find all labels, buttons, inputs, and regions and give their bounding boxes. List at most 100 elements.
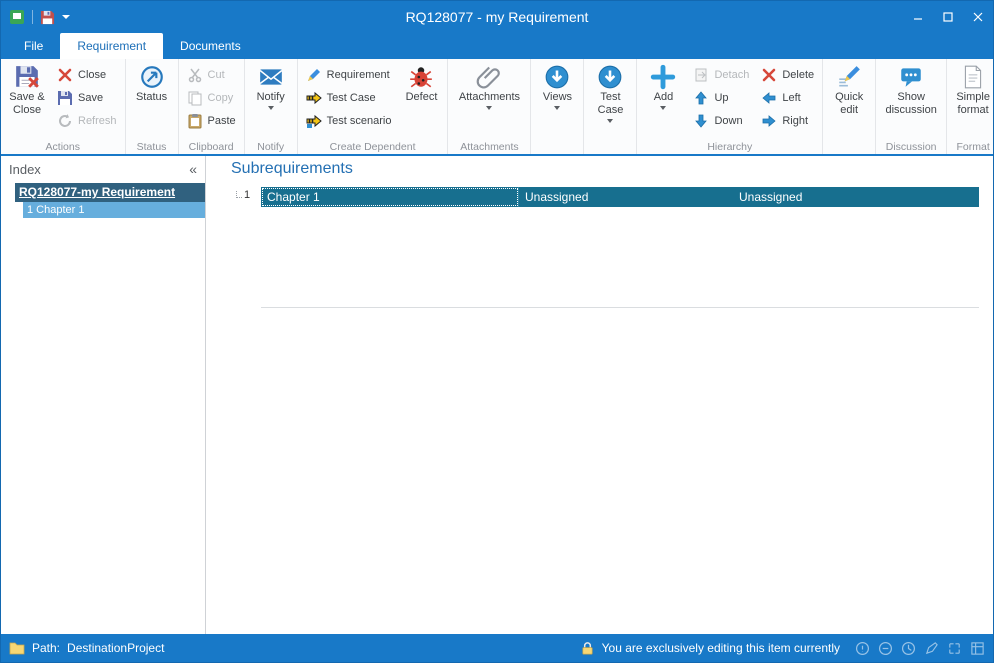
path-value[interactable]: DestinationProject (67, 641, 164, 655)
chevron-down-icon (660, 106, 666, 110)
group-label-create-dependent: Create Dependent (298, 141, 448, 153)
left-button[interactable]: Left (756, 87, 819, 109)
test-case-button[interactable]: Test Case (587, 62, 633, 138)
add-label: Add (654, 91, 674, 104)
app-window: RQ128077 - my Requirement File Requireme… (0, 0, 994, 663)
refresh-icon (57, 113, 73, 129)
statusbar-round-icon[interactable] (924, 641, 939, 656)
chevron-down-icon (554, 106, 560, 110)
tab-file[interactable]: File (7, 33, 60, 59)
attachments-button[interactable]: Attachments (451, 62, 527, 138)
save-button[interactable]: Save (52, 87, 122, 109)
qat-separator (32, 10, 33, 24)
window-controls (903, 1, 993, 33)
folder-icon (9, 641, 25, 655)
ribbon-group-views: Views (531, 59, 584, 154)
create-test-case-button[interactable]: Test Case (301, 87, 397, 109)
quick-edit-icon (836, 64, 862, 90)
save-icon (57, 90, 73, 106)
cell-name[interactable]: Chapter 1 (261, 187, 519, 207)
table-row[interactable]: Chapter 1 Unassigned Unassigned (261, 187, 979, 207)
left-label: Left (782, 92, 800, 104)
copy-icon (187, 90, 203, 106)
tree-item-root[interactable]: RQ128077-my Requirement (15, 183, 205, 202)
cell-owner[interactable]: Unassigned (519, 187, 733, 207)
save-label: Save (78, 92, 103, 104)
tab-requirement[interactable]: Requirement (60, 33, 163, 59)
titlebar: RQ128077 - my Requirement (1, 1, 993, 33)
simple-format-icon (960, 64, 986, 90)
tree-item-chapter-1[interactable]: 1 Chapter 1 (23, 202, 205, 218)
close-label: Close (78, 69, 106, 81)
paste-label: Paste (208, 115, 236, 127)
refresh-label: Refresh (78, 115, 117, 127)
quick-save-icon[interactable] (40, 10, 55, 25)
quick-edit-button[interactable]: Quick edit (826, 62, 872, 138)
window-title: RQ128077 - my Requirement (1, 9, 993, 25)
defect-icon (408, 64, 434, 90)
close-icon (57, 67, 73, 83)
copy-button[interactable]: Copy (182, 87, 241, 109)
close-button[interactable]: Close (52, 64, 122, 86)
down-button[interactable]: Down (688, 110, 754, 132)
group-label-clipboard: Clipboard (179, 141, 244, 153)
up-button[interactable]: Up (688, 87, 754, 109)
simple-format-label: Simple format (953, 91, 993, 117)
create-test-case-label: Test Case (327, 92, 376, 104)
paste-icon (187, 113, 203, 129)
cut-icon (187, 67, 203, 83)
statusbar-round-icon[interactable] (855, 641, 870, 656)
show-discussion-button[interactable]: Show discussion (879, 62, 943, 138)
detach-icon (693, 67, 709, 83)
status-icon (139, 64, 165, 90)
create-requirement-button[interactable]: Requirement (301, 64, 397, 86)
delete-button[interactable]: Delete (756, 64, 819, 86)
detach-button[interactable]: Detach (688, 64, 754, 86)
cut-label: Cut (208, 69, 225, 81)
notify-button[interactable]: Notify (248, 62, 294, 138)
down-icon (693, 113, 709, 129)
chevron-down-icon (268, 106, 274, 110)
create-test-scenario-button[interactable]: Test scenario (301, 110, 397, 132)
index-panel: Index « RQ128077-my Requirement 1 Chapte… (1, 156, 206, 634)
paste-button[interactable]: Paste (182, 110, 241, 132)
ribbon-tabs: File Requirement Documents (1, 33, 993, 59)
test-case-sphere-icon (597, 64, 623, 90)
statusbar-round-icon[interactable] (901, 641, 916, 656)
delete-label: Delete (782, 69, 814, 81)
views-button[interactable]: Views (534, 62, 580, 138)
ribbon-group-attachments: Attachments Attachments (448, 59, 531, 154)
add-button[interactable]: Add (640, 62, 686, 138)
quick-access-chevron-icon[interactable] (62, 15, 70, 19)
collapse-panel-icon[interactable]: « (189, 161, 197, 177)
notify-icon (258, 64, 284, 90)
group-label-hierarchy: Hierarchy (637, 141, 822, 153)
hierarchy-column-1: Detach Up Down (688, 62, 754, 138)
refresh-button[interactable]: Refresh (52, 110, 122, 132)
group-label-notify: Notify (245, 141, 297, 153)
attachments-label: Attachments (459, 91, 520, 104)
save-close-label: Save & Close (7, 91, 47, 117)
simple-format-button[interactable]: Simple format (950, 62, 994, 138)
statusbar-round-icon[interactable] (970, 641, 985, 656)
save-close-button[interactable]: Save & Close (4, 62, 50, 138)
up-icon (693, 90, 709, 106)
cell-status[interactable]: Unassigned (733, 187, 979, 207)
right-label: Right (782, 115, 808, 127)
app-icon[interactable] (9, 9, 25, 25)
defect-button[interactable]: Defect (398, 62, 444, 138)
close-window-icon[interactable] (963, 1, 993, 33)
maximize-icon[interactable] (933, 1, 963, 33)
status-button[interactable]: Status (129, 62, 175, 138)
tab-documents[interactable]: Documents (163, 33, 258, 59)
minimize-icon[interactable] (903, 1, 933, 33)
cut-button[interactable]: Cut (182, 64, 241, 86)
ribbon-group-clipboard: Cut Copy Paste Clipboard (179, 59, 245, 154)
save-close-icon (14, 64, 40, 90)
statusbar-round-icon[interactable] (947, 641, 962, 656)
tree-connector-icon (236, 191, 242, 198)
statusbar-round-icon[interactable] (878, 641, 893, 656)
defect-label: Defect (406, 91, 438, 104)
right-button[interactable]: Right (756, 110, 819, 132)
ribbon-group-status: Status Status (126, 59, 179, 154)
